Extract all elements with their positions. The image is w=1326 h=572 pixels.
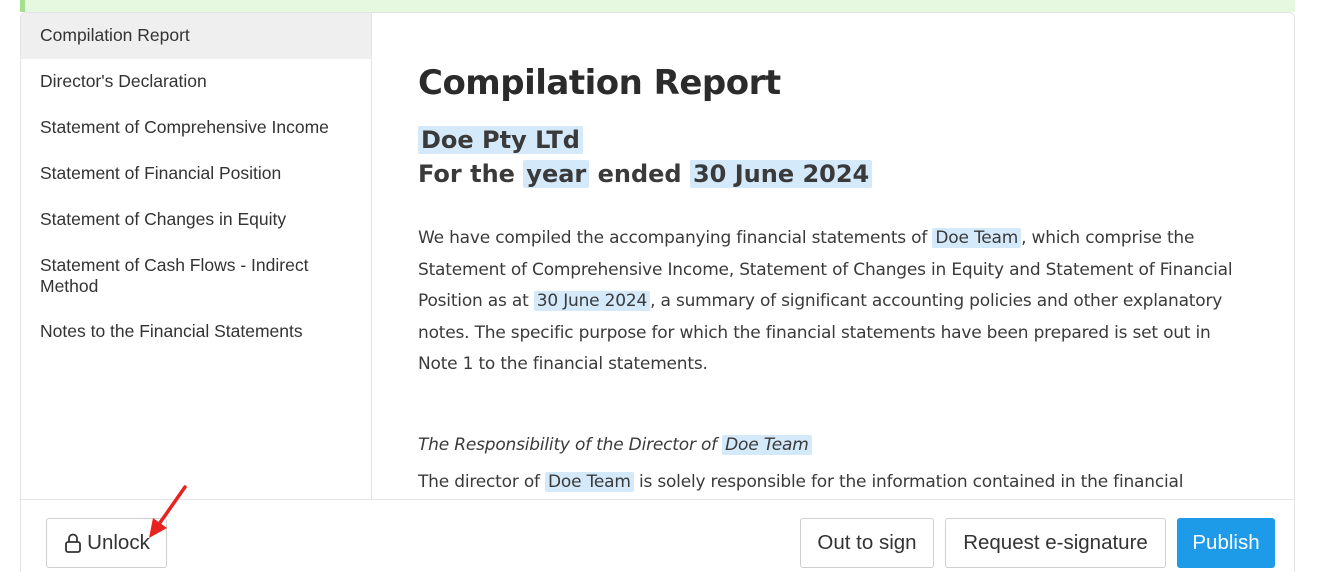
sidebar-item-cash-flows[interactable]: Statement of Cash Flows - Indirect Metho… <box>21 243 371 309</box>
unlock-label: Unlock <box>87 531 150 554</box>
period-prefix: For the <box>418 160 515 188</box>
responsibility-entity-field[interactable]: Doe Team <box>722 434 812 455</box>
annotation-arrow-icon <box>149 485 187 538</box>
entity-name-field[interactable]: Doe Pty LTd <box>418 126 583 154</box>
lock-icon <box>65 533 82 553</box>
resp-entity-field[interactable]: Doe Team <box>545 471 634 492</box>
sidebar-item-financial-position[interactable]: Statement of Financial Position <box>21 151 371 197</box>
entity-heading: Doe Pty LTd For the year ended 30 June 2… <box>418 123 1255 191</box>
status-banner <box>20 0 1295 12</box>
sidebar-item-changes-in-equity[interactable]: Statement of Changes in Equity <box>21 197 371 243</box>
intro-paragraph: We have compiled the accompanying financ… <box>418 223 1255 381</box>
document-content: Compilation Report Doe Pty LTd For the y… <box>373 13 1294 499</box>
request-esignature-button[interactable]: Request e-signature <box>945 518 1166 568</box>
sidebar-item-directors-declaration[interactable]: Director's Declaration <box>21 59 371 105</box>
publish-button[interactable]: Publish <box>1177 518 1275 568</box>
intro-entity-field[interactable]: Doe Team <box>932 228 1022 248</box>
action-footer: Unlock Out to sign Request e-signature P… <box>21 499 1294 572</box>
resp-text-2: is solely responsible for the informatio… <box>638 471 1184 492</box>
page-title: Compilation Report <box>418 63 781 103</box>
sidebar-item-comprehensive-income[interactable]: Statement of Comprehensive Income <box>21 105 371 151</box>
sidebar: Compilation Report Director's Declaratio… <box>21 13 372 499</box>
period-date-field[interactable]: 30 June 2024 <box>689 160 873 188</box>
intro-date-field[interactable]: 30 June 2024 <box>533 291 651 311</box>
resp-text-1: The director of <box>418 471 540 492</box>
period-mid: ended <box>597 160 682 188</box>
responsibility-heading-text: The Responsibility of the Director of <box>418 434 717 455</box>
intro-text-1: We have compiled the accompanying financ… <box>418 228 928 248</box>
sidebar-item-compilation-report[interactable]: Compilation Report <box>21 13 371 59</box>
responsibility-paragraph: The director of Doe Team is solely respo… <box>418 467 1255 498</box>
out-to-sign-button[interactable]: Out to sign <box>800 518 934 568</box>
report-panel: Compilation Report Director's Declaratio… <box>20 12 1295 572</box>
period-type-field[interactable]: year <box>523 160 590 188</box>
responsibility-heading: The Responsibility of the Director of Do… <box>418 430 1255 461</box>
sidebar-item-notes[interactable]: Notes to the Financial Statements <box>21 309 371 355</box>
